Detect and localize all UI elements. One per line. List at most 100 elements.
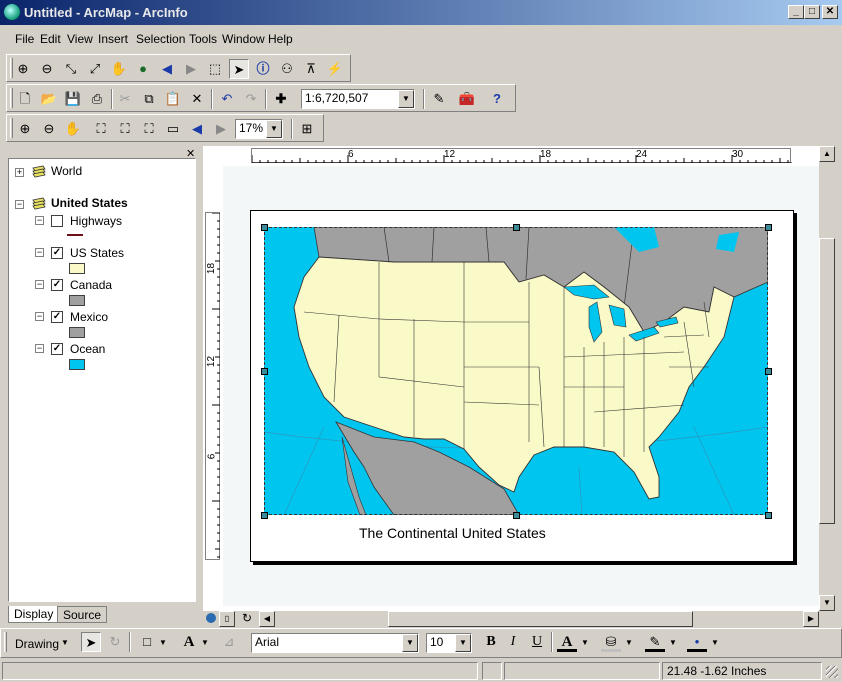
toc-layer-us-states[interactable]: US States — [70, 246, 124, 260]
arctoolbox-icon[interactable]: 🧰 — [457, 89, 477, 109]
fixed-zoom-out-icon[interactable]: ⤢ — [85, 59, 105, 79]
layout-page[interactable]: The Continental United States — [250, 210, 794, 562]
tab-source[interactable]: Source — [57, 606, 108, 623]
menu-tools[interactable]: Tools — [189, 32, 217, 46]
drawing-menu[interactable]: Drawing — [15, 637, 59, 651]
toolbar-grip[interactable] — [10, 88, 13, 108]
pan-hand-icon[interactable]: ✋ — [109, 59, 129, 79]
chevron-down-icon[interactable]: ▼ — [61, 638, 69, 647]
editor-toolbar-icon[interactable]: ✎ — [429, 89, 449, 109]
menu-help[interactable]: Help — [268, 32, 293, 46]
scroll-down-icon[interactable]: ▼ — [819, 595, 835, 611]
resize-handle[interactable] — [513, 512, 520, 519]
layout-zoom-combo[interactable]: 17% ▼ — [235, 119, 283, 139]
toggle-draft-mode-icon[interactable]: ⊞ — [297, 119, 317, 139]
resize-handle[interactable] — [765, 224, 772, 231]
resize-handle[interactable] — [513, 224, 520, 231]
text-tool-icon[interactable]: A — [179, 632, 199, 652]
toc-united-states-label[interactable]: United States — [51, 196, 128, 210]
menu-selection[interactable]: Selection — [136, 32, 185, 46]
underline-button[interactable]: U — [527, 632, 547, 652]
resize-handle[interactable] — [765, 512, 772, 519]
canada-swatch[interactable] — [69, 295, 85, 306]
scroll-up-icon[interactable]: ▲ — [819, 146, 835, 162]
layout-back-icon[interactable]: ◀ — [187, 119, 207, 139]
close-button[interactable]: ✕ — [822, 5, 838, 19]
toolbar-grip[interactable] — [10, 118, 13, 138]
chevron-down-icon[interactable]: ▼ — [455, 634, 471, 652]
fill-color-bucket-icon[interactable]: ⛁ — [601, 632, 621, 652]
menu-file[interactable]: File — [15, 32, 34, 46]
collapse-minus-icon[interactable]: − — [35, 312, 44, 321]
chevron-down-icon[interactable]: ▼ — [398, 90, 414, 108]
map-title-text[interactable]: The Continental United States — [359, 525, 546, 541]
add-data-icon[interactable]: ✚ — [271, 89, 291, 109]
whats-this-help-icon[interactable]: ? — [487, 89, 507, 109]
expand-plus-icon[interactable]: + — [15, 168, 24, 177]
delete-x-icon[interactable]: ✕ — [187, 89, 207, 109]
open-folder-icon[interactable]: 📂 — [39, 89, 59, 109]
chevron-down-icon[interactable]: ▼ — [581, 638, 589, 647]
zoom-to-100-icon[interactable]: ⛶ — [115, 119, 135, 139]
data-view-globe-icon[interactable] — [206, 613, 216, 623]
chevron-down-icon[interactable]: ▼ — [159, 638, 167, 647]
bold-button[interactable]: B — [481, 632, 501, 652]
toolbar-grip[interactable] — [4, 632, 7, 652]
map-scale-combo[interactable]: 1:6,720,507 ▼ — [301, 89, 415, 109]
chevron-down-icon[interactable]: ▼ — [711, 638, 719, 647]
toc-layer-mexico[interactable]: Mexico — [70, 310, 108, 324]
menu-window[interactable]: Window — [222, 32, 265, 46]
ocean-swatch[interactable] — [69, 359, 85, 370]
line-color-icon[interactable]: ✎ — [645, 632, 665, 652]
new-document-icon[interactable]: 🗋 — [15, 89, 35, 109]
italic-button[interactable]: I — [503, 632, 523, 652]
resize-grip[interactable] — [826, 666, 838, 678]
layout-canvas[interactable]: The Continental United States — [223, 166, 819, 606]
toc-layer-highways[interactable]: Highways — [70, 214, 122, 228]
undo-icon[interactable]: ↶ — [217, 89, 237, 109]
collapse-minus-icon[interactable]: − — [35, 344, 44, 353]
layout-pan-icon[interactable]: ✋ — [63, 119, 83, 139]
font-combo[interactable]: Arial ▼ — [251, 633, 419, 653]
highways-checkbox[interactable] — [51, 215, 63, 227]
resize-handle[interactable] — [261, 512, 268, 519]
scroll-left-icon[interactable]: ◀ — [259, 611, 275, 627]
identify-icon[interactable]: ⓘ — [253, 59, 273, 79]
toc-layer-canada[interactable]: Canada — [70, 278, 112, 292]
select-elements-arrow-icon[interactable]: ➤ — [81, 632, 101, 652]
find-binoculars-icon[interactable]: ⚇ — [277, 59, 297, 79]
collapse-minus-icon[interactable]: − — [35, 280, 44, 289]
resize-handle[interactable] — [765, 368, 772, 375]
collapse-minus-icon[interactable]: − — [35, 216, 44, 225]
resize-handle[interactable] — [261, 224, 268, 231]
select-features-icon[interactable]: ⬚ — [205, 59, 225, 79]
us-states-swatch[interactable] — [69, 263, 85, 274]
collapse-minus-icon[interactable]: − — [15, 200, 24, 209]
layout-view[interactable]: 6 12 18 24 30 18 12 6 The Continental Un… — [203, 146, 835, 611]
marker-color-icon[interactable]: • — [687, 632, 707, 652]
full-extent-globe-icon[interactable]: ● — [133, 59, 153, 79]
us-states-checkbox[interactable]: ✓ — [51, 247, 63, 259]
rectangle-icon[interactable]: □ — [137, 632, 157, 652]
refresh-icon[interactable]: ↻ — [239, 611, 255, 627]
canada-checkbox[interactable]: ✓ — [51, 279, 63, 291]
select-elements-arrow-icon[interactable]: ➤ — [229, 59, 249, 79]
edit-vertices-icon[interactable]: ⊿ — [219, 632, 239, 652]
chevron-down-icon[interactable]: ▼ — [402, 634, 418, 652]
highways-line-swatch[interactable] — [67, 234, 83, 236]
print-icon[interactable]: ⎙ — [87, 89, 107, 109]
paste-icon[interactable]: 📋 — [163, 89, 183, 109]
zoom-whole-page-icon[interactable]: ⛶ — [91, 119, 111, 139]
toc-layer-ocean[interactable]: Ocean — [70, 342, 105, 356]
resize-handle[interactable] — [261, 368, 268, 375]
measure-icon[interactable]: ⊼ — [301, 59, 321, 79]
font-color-icon[interactable]: A — [557, 632, 577, 652]
fixed-zoom-in-icon[interactable]: ⤡ — [61, 59, 81, 79]
selection-box[interactable] — [264, 227, 768, 515]
mexico-swatch[interactable] — [69, 327, 85, 338]
cut-scissors-icon[interactable]: ✂ — [115, 89, 135, 109]
layout-zoom-in-icon[interactable]: ⊕ — [15, 119, 35, 139]
menu-insert[interactable]: Insert — [98, 32, 128, 46]
minimize-button[interactable]: _ — [788, 5, 804, 19]
mexico-checkbox[interactable]: ✓ — [51, 311, 63, 323]
